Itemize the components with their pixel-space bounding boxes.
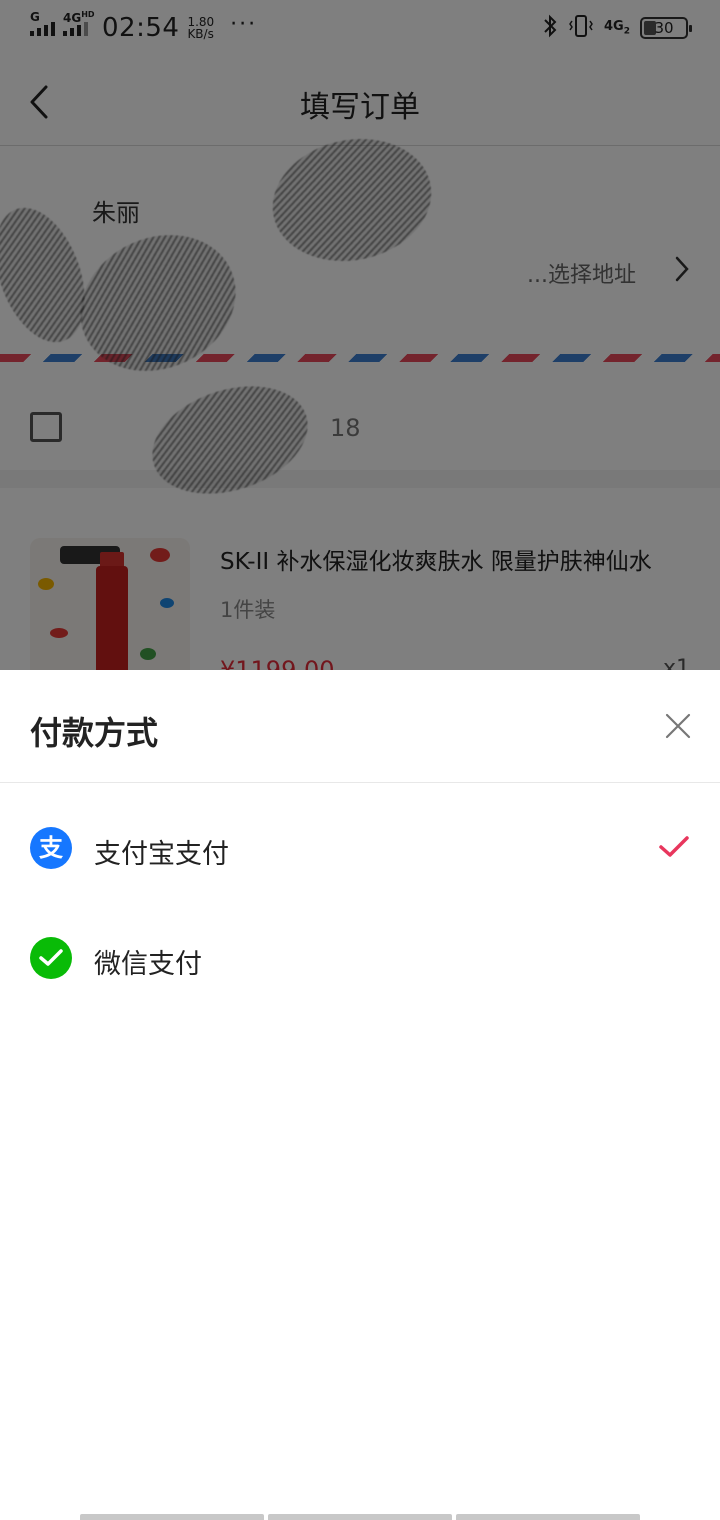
alipay-icon: 支: [30, 827, 72, 869]
navigation-gesture-bar[interactable]: [80, 1514, 640, 1520]
payment-option-alipay[interactable]: 支 支付宝支付: [0, 796, 720, 906]
sheet-title: 付款方式: [30, 714, 159, 752]
payment-option-label: 微信支付: [94, 949, 202, 980]
wechat-pay-icon: [30, 937, 72, 979]
sheet-header: 付款方式: [0, 670, 720, 783]
payment-option-wechat[interactable]: 微信支付: [0, 906, 720, 1016]
close-icon[interactable]: [664, 712, 692, 740]
payment-method-sheet: 付款方式 支 支付宝支付 微信支付: [0, 670, 720, 1520]
wechat-pay-check-icon: [39, 949, 63, 966]
alipay-icon-glyph: 支: [39, 834, 63, 862]
checkmark-icon: [659, 836, 689, 857]
payment-option-label: 支付宝支付: [94, 839, 229, 870]
